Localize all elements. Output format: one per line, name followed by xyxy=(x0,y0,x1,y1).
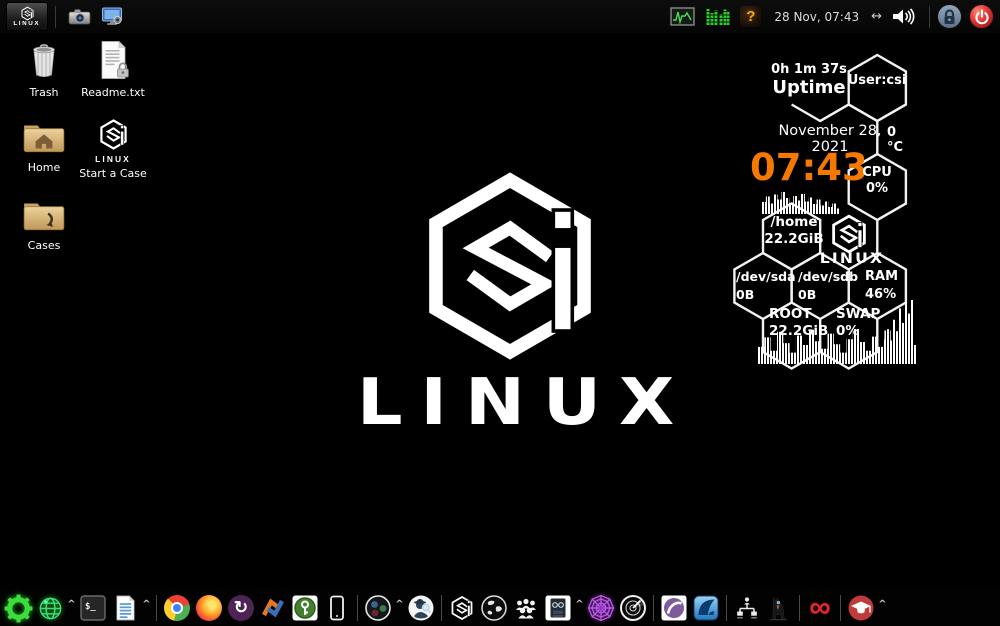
sda-value: 0B xyxy=(736,286,798,304)
conky-user: User:csi xyxy=(827,73,927,88)
dock-group-caret[interactable]: ^ xyxy=(67,599,76,610)
power-icon xyxy=(974,9,990,25)
dock-sync-refresh-icon[interactable]: ↻ xyxy=(226,593,256,624)
dock-separator xyxy=(653,595,654,621)
dock-package-dots-icon[interactable] xyxy=(363,593,393,624)
dock-spider-web-icon[interactable] xyxy=(586,593,616,624)
desktop-icon-home[interactable]: Home xyxy=(7,118,81,174)
conky-temperature: 0 °C xyxy=(887,125,917,155)
system-load-monitor-icon[interactable] xyxy=(670,7,695,26)
dock-smartphone-icon[interactable] xyxy=(322,593,352,624)
document-lock-icon xyxy=(94,40,132,80)
cases-folder-icon xyxy=(21,196,67,233)
conky-cpu: CPU 0% xyxy=(827,165,927,197)
desktop-icon-start-a-case[interactable]: LINUX Start a Case xyxy=(76,118,150,180)
dock-dark-globe-icon[interactable] xyxy=(479,593,509,624)
dock-red-infinity-icon[interactable]: ∞ xyxy=(805,593,835,624)
dock-keepassxc-icon[interactable] xyxy=(290,593,320,624)
temp-unit: °C xyxy=(887,140,917,155)
dock-guard-dog-icon[interactable] xyxy=(764,593,794,624)
panel-separator xyxy=(55,6,56,28)
wallpaper-csi-logo: LINUX xyxy=(360,172,660,440)
help-icon[interactable]: ? xyxy=(740,6,761,27)
dock-group-caret[interactable]: ^ xyxy=(395,599,404,610)
dock-group-caret[interactable]: ^ xyxy=(575,599,584,610)
dock-separator xyxy=(840,595,841,621)
panel-separator xyxy=(929,6,930,28)
question-mark-glyph: ? xyxy=(740,6,761,27)
dock-interlocked-ribbons-icon[interactable] xyxy=(258,593,288,624)
dock-separator xyxy=(156,595,157,621)
dock-detective-icon[interactable] xyxy=(406,593,436,624)
ram-label: RAM xyxy=(865,268,927,286)
conky-csi-wordmark: LINUX xyxy=(803,251,900,267)
dock-radar-icon[interactable] xyxy=(618,593,648,624)
swap-label: SWAP xyxy=(836,306,898,323)
wallpaper-wordmark: LINUX xyxy=(357,366,677,440)
dock-people-group-icon[interactable] xyxy=(511,593,541,624)
dock-separator xyxy=(799,595,800,621)
csi-linux-desktop: LINUX xyxy=(0,0,1000,626)
panel-clock[interactable]: 28 Nov, 07:43 xyxy=(774,10,859,24)
dock-csi-linux-tools-icon[interactable] xyxy=(447,593,477,624)
dock-wireshark-icon[interactable] xyxy=(691,593,721,624)
desktop-icon-cases[interactable]: Cases xyxy=(7,196,81,252)
trash-icon xyxy=(23,40,65,80)
conky-ram: RAM 46% xyxy=(865,268,927,304)
network-traffic-monitor-icon[interactable] xyxy=(705,7,730,26)
temp-value: 0 xyxy=(887,125,917,140)
sda-label: /dev/sda xyxy=(736,268,798,286)
csi-menu-wordmark: LINUX xyxy=(14,21,41,27)
camera-icon[interactable] xyxy=(68,8,91,25)
lock-icon xyxy=(942,9,957,25)
dock-purple-disc-icon[interactable] xyxy=(659,593,689,624)
sdb-label: /dev/sdb xyxy=(798,268,860,286)
dock-forensic-device-icon[interactable] xyxy=(543,593,573,624)
cpu-label: CPU xyxy=(827,165,927,181)
dock-terminal-icon[interactable]: $_ xyxy=(78,593,108,624)
conky-csi-logo xyxy=(828,213,870,255)
desktop-icon-label: Trash xyxy=(7,86,81,99)
power-button[interactable] xyxy=(969,4,994,29)
dock-separator xyxy=(357,595,358,621)
dock-group-caret[interactable]: ^ xyxy=(878,599,887,610)
desktop-icon-label: Home xyxy=(7,161,81,174)
ram-value: 46% xyxy=(865,286,927,304)
csi-hexagon-logo xyxy=(417,172,603,360)
dock-org-chart-icon[interactable] xyxy=(732,593,762,624)
csi-logo-wordmark: LINUX xyxy=(74,155,152,164)
dock-text-editor-icon[interactable] xyxy=(110,593,140,624)
screenshot-tool-icon[interactable] xyxy=(101,7,124,26)
dock-academy-cap-icon[interactable] xyxy=(846,593,876,624)
sdb-value: 0B xyxy=(798,286,860,304)
dock-separator xyxy=(441,595,442,621)
dock-separator xyxy=(726,595,727,621)
desktop-icon-label: Cases xyxy=(7,239,81,252)
volume-icon[interactable] xyxy=(891,7,917,26)
desktop-icon-readme[interactable]: Readme.txt xyxy=(76,40,150,99)
dock-firefox-icon[interactable] xyxy=(194,593,224,624)
dock: ^ $_ ^ ↻ xyxy=(0,590,1000,626)
csi-logo-icon xyxy=(20,6,35,21)
conky-sdb: /dev/sdb 0B xyxy=(798,268,860,304)
conky-sda: /dev/sda 0B xyxy=(736,268,798,304)
top-panel: LINUX xyxy=(0,0,1000,33)
dock-chrome-icon[interactable] xyxy=(162,593,192,624)
desktop-icon-label: Start a Case xyxy=(76,167,150,180)
desktop-icon-trash[interactable]: Trash xyxy=(7,40,81,99)
lock-screen-button[interactable] xyxy=(937,4,962,29)
csi-menu-button[interactable]: LINUX xyxy=(6,2,48,31)
cpu-value: 0% xyxy=(827,181,927,197)
home-folder-icon xyxy=(21,118,67,155)
root-label: ROOT xyxy=(769,306,841,323)
dock-group-caret[interactable]: ^ xyxy=(142,599,151,610)
svg-text:$_: $_ xyxy=(85,602,96,612)
desktop-icon-label: Readme.txt xyxy=(76,86,150,99)
dock-gear-app-menu-icon[interactable] xyxy=(3,593,33,624)
resize-arrows-icon[interactable]: ↔ xyxy=(871,9,882,24)
dock-network-globe-icon[interactable] xyxy=(35,593,65,624)
csi-logo-icon xyxy=(97,118,130,151)
